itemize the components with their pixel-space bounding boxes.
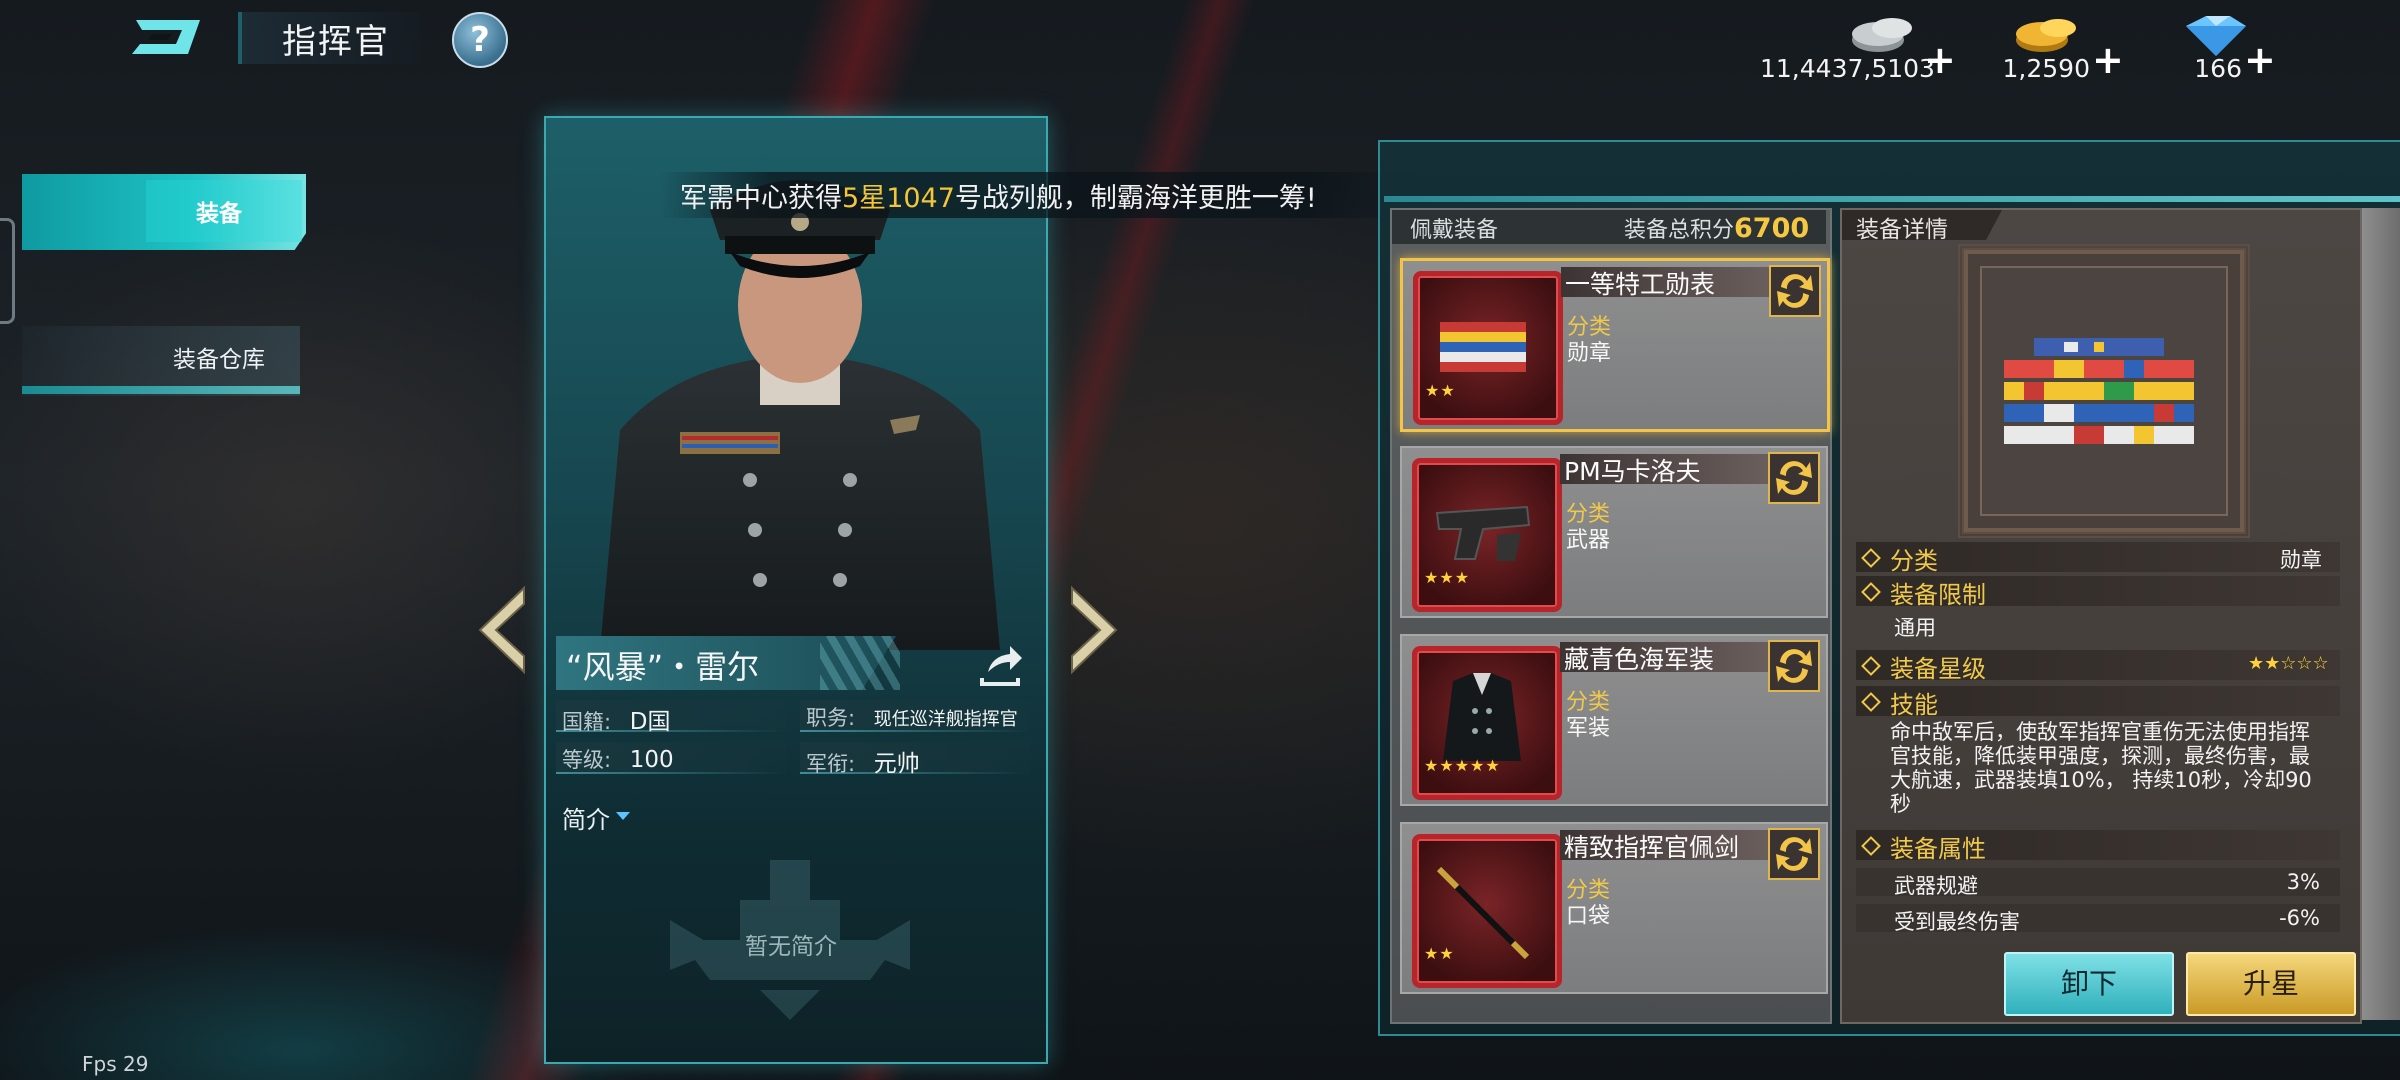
fps-counter: Fps 29 [82, 1052, 149, 1076]
share-icon[interactable] [974, 638, 1026, 690]
nationality-value: D国 [629, 709, 671, 735]
item-thumbnail [1413, 271, 1563, 425]
level-value: 100 [629, 747, 674, 773]
gold-add-button[interactable]: + [2092, 38, 2124, 82]
detail-star-label: 装备星级 [1890, 655, 1986, 683]
item-stars: ★★★ [1424, 568, 1471, 587]
detail-skill-text: 命中敌军后，使敌军指挥官重伤无法使用指挥官技能，降低装甲强度，探测，最终伤害，最… [1890, 720, 2312, 816]
silver-coins-icon [1852, 18, 1912, 52]
attr-name: 受到最终伤害 [1894, 910, 2020, 934]
item-name: 藏青色海军装 [1564, 645, 1715, 674]
previous-commander-arrow-icon[interactable] [474, 584, 530, 676]
medal-ribbons-icon [2004, 338, 2194, 444]
item-stars: ★★★★★ [1424, 756, 1501, 775]
unequip-button[interactable]: 卸下 [2004, 952, 2174, 1016]
gold-value: 1,2590 [2002, 54, 2090, 83]
position-row: 职务: 现任巡洋舰指挥官 [806, 702, 1018, 732]
ship-emblem-icon [670, 860, 910, 1020]
item-thumbnail [1412, 834, 1562, 988]
nationality-label: 国籍: [562, 710, 612, 734]
item-name: 一等特工勋表 [1565, 270, 1716, 299]
item-stars: ★★ [1425, 381, 1456, 400]
help-button[interactable]: ? [452, 12, 508, 68]
detail-skill-label: 技能 [1890, 691, 1938, 719]
item-category-value: 口袋 [1566, 904, 1611, 929]
equipment-item[interactable]: ★★★ PM马卡洛夫 分类 武器 [1400, 446, 1828, 618]
position-value: 现任巡洋舰指挥官 [873, 709, 1018, 730]
star-up-button[interactable]: 升星 [2186, 952, 2356, 1016]
left-edge-bracket [0, 218, 15, 324]
marquee-text: 军需中心获得5星1047号战列舰，制霸海洋更胜一筹! [680, 176, 1317, 215]
diamond-value: 166 [2194, 54, 2242, 83]
tab-equipment-warehouse-label: 装备仓库 [173, 347, 265, 373]
swap-icon[interactable] [1768, 640, 1820, 692]
rank-label: 军衔: [806, 752, 856, 776]
level-label: 等级: [562, 748, 612, 772]
page-title: 指挥官 [282, 22, 390, 62]
marquee-part: 军需中心获得 [680, 183, 842, 214]
silver-add-button[interactable]: + [1924, 38, 1956, 82]
equipment-item[interactable]: ★★ 精致指挥官佩剑 分类 口袋 [1400, 822, 1828, 994]
next-commander-arrow-icon[interactable] [1066, 584, 1122, 676]
marquee-highlight: 1047 [886, 183, 955, 214]
item-category-value: 武器 [1566, 528, 1611, 553]
detail-attr-label: 装备属性 [1890, 835, 1986, 863]
detail-category-value: 勋章 [2280, 548, 2322, 572]
commander-name: “风暴”・雷尔 [566, 648, 760, 686]
game-logo-icon [132, 20, 200, 54]
equipment-item[interactable]: ★★ 一等特工勋表 分类 勋章 [1400, 258, 1830, 432]
nationality-row: 国籍: D国 [562, 702, 670, 736]
detail-category-label: 分类 [1890, 547, 1938, 575]
attr-name: 武器规避 [1894, 874, 1978, 898]
item-category-value: 军装 [1566, 716, 1611, 741]
item-category-value: 勋章 [1567, 341, 1612, 366]
swap-icon[interactable] [1768, 828, 1820, 880]
score-label: 装备总积分 [1624, 218, 1735, 243]
item-stars: ★★ [1424, 944, 1455, 963]
detail-title: 装备详情 [1856, 217, 1948, 243]
position-label: 职务: [806, 706, 856, 730]
marquee-highlight: 5星 [842, 183, 887, 214]
level-row: 等级: 100 [562, 744, 674, 774]
swap-icon[interactable] [1768, 452, 1820, 504]
gold-coins-icon [2016, 19, 2076, 52]
attr-value: -6% [2279, 906, 2320, 930]
item-name: 精致指挥官佩剑 [1564, 833, 1740, 862]
chevron-down-icon [616, 812, 630, 820]
tab-equipment-label: 装备 [196, 201, 242, 227]
diamond-add-button[interactable]: + [2244, 38, 2276, 82]
detail-restriction-label: 装备限制 [1890, 581, 1986, 609]
score-value: 6700 [1734, 213, 1810, 244]
equipment-item[interactable]: ★★★★★ 藏青色海军装 分类 军装 [1400, 634, 1828, 806]
equipment-score: 装备总积分6700 [1624, 212, 1809, 244]
tab-underline [22, 386, 300, 394]
rank-row: 军衔: 元帅 [806, 744, 920, 778]
item-thumbnail [1412, 646, 1562, 800]
name-plate-stripes [820, 636, 900, 690]
brief-toggle[interactable]: 简介 [562, 800, 610, 835]
silver-value: 11,4437,5103 [1760, 54, 1935, 83]
rank-value: 元帅 [873, 751, 920, 777]
equipped-header-label: 佩戴装备 [1410, 218, 1499, 243]
detail-star-value: ★★☆☆☆ [2248, 653, 2329, 674]
item-name: PM马卡洛夫 [1564, 457, 1701, 486]
swap-icon[interactable] [1769, 265, 1821, 317]
panel-edge [2362, 208, 2400, 1020]
panel-divider [1384, 196, 2400, 202]
detail-restriction-value: 通用 [1894, 616, 1936, 640]
item-thumbnail [1412, 458, 1562, 612]
no-brief-text: 暂无简介 [745, 934, 837, 960]
marquee-part: 号战列舰，制霸海洋更胜一筹! [954, 183, 1317, 214]
attr-value: 3% [2286, 870, 2320, 894]
